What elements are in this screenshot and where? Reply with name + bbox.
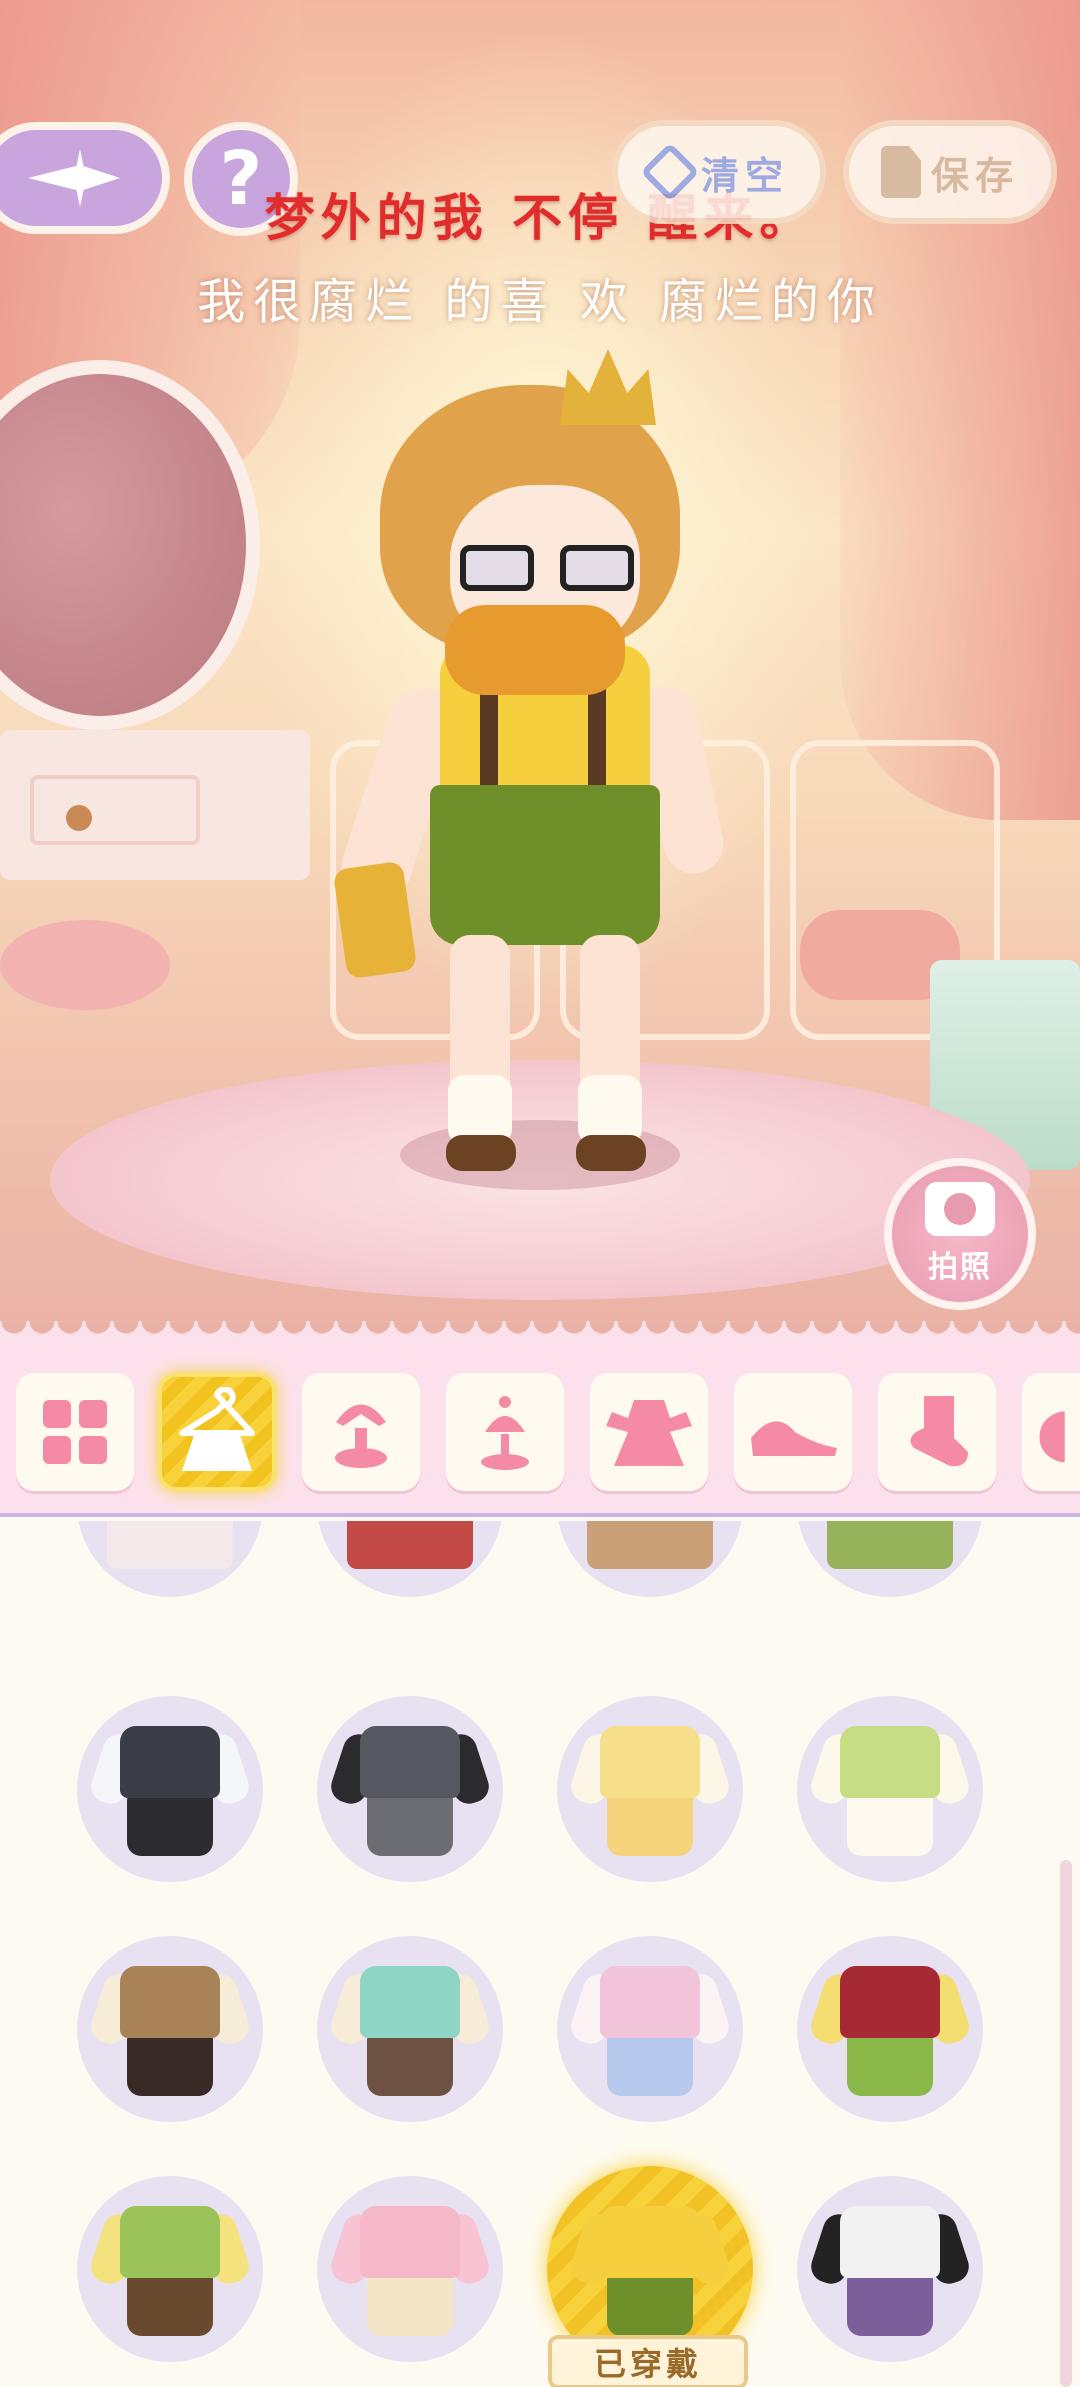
hair-icon: [335, 1404, 387, 1468]
clothing-items-grid: [0, 1521, 1080, 2387]
outfit-item-black-lolita-dress[interactable]: [77, 1521, 263, 1597]
tab-hair[interactable]: [302, 1373, 420, 1491]
tab-dress[interactable]: [590, 1373, 708, 1491]
sock-icon: [910, 1396, 968, 1467]
hat-icon: [481, 1396, 529, 1470]
outfit-item-green-check-blouse[interactable]: [797, 1696, 983, 1882]
outfit-icon: [567, 1954, 733, 2104]
shoe-icon: [751, 1421, 837, 1456]
outfit-item-grey-vest-suit[interactable]: [317, 1696, 503, 1882]
photo-button[interactable]: 拍照: [884, 1158, 1036, 1310]
outfit-item-white-hoodie-checker-shorts[interactable]: [797, 2176, 983, 2362]
avatar-shoe: [576, 1135, 646, 1171]
outfit-icon: [567, 1714, 733, 1864]
document-icon: [880, 146, 921, 198]
avatar-shoe: [446, 1135, 516, 1171]
outfit-item-green-plaid-dress[interactable]: [797, 1521, 983, 1597]
outfit-icon: [87, 1521, 253, 1579]
scallop-edge: [0, 1321, 1080, 1349]
drawer-knob: [66, 805, 92, 831]
outfit-item-yellow-vest-suit[interactable]: [557, 1696, 743, 1882]
stool: [0, 920, 170, 1010]
avatar-shorts: [430, 785, 660, 945]
hanger-outfit-icon: [179, 1387, 255, 1471]
save-label: 保存: [930, 153, 1019, 198]
outfit-item-tan-vest-suit[interactable]: [77, 1936, 263, 2122]
grid-icon: [43, 1400, 107, 1464]
outfit-icon: [327, 1521, 493, 1579]
glasses: [460, 545, 640, 591]
outfit-item-argyle-vest-suit[interactable]: [77, 1696, 263, 1882]
outfit-icon: [807, 1714, 973, 1864]
category-tab-bar: ◖: [0, 1321, 1080, 1517]
outfit-item-brown-plaid-dress[interactable]: [557, 1521, 743, 1597]
outfit-item-red-vest-green-shorts[interactable]: [797, 1936, 983, 2122]
outfit-icon: [567, 1521, 733, 1579]
save-button[interactable]: 保存: [843, 120, 1057, 224]
outfit-icon: [87, 1954, 253, 2104]
held-glove: [332, 860, 418, 980]
worn-label: 已穿戴: [593, 2345, 702, 2383]
outfit-icon: [807, 2194, 973, 2344]
items-scrollbar[interactable]: [1060, 1860, 1072, 2387]
outfit-icon: [87, 2194, 253, 2344]
outfit-item-pink-vest-suit[interactable]: [557, 1936, 743, 2122]
tab-all[interactable]: [16, 1373, 134, 1491]
outfit-icon: [327, 1714, 493, 1864]
outfit-item-red-plaid-dress[interactable]: [317, 1521, 503, 1597]
outfit-icon: [87, 1714, 253, 1864]
tab-shoes[interactable]: [734, 1373, 852, 1491]
photo-label: 拍照: [928, 1250, 992, 1285]
character-preview-scene: ? 梦外的我 不停 醒来。 我很腐烂 的喜 欢 腐烂的你 清空 保存 拍照: [0, 0, 1080, 1335]
outfit-icon: [567, 2194, 733, 2344]
tab-headwear[interactable]: [446, 1373, 564, 1491]
partial-icon: ◖: [1036, 1393, 1071, 1470]
crown: [560, 349, 656, 425]
avatar-character[interactable]: [332, 345, 730, 1175]
clear-label: 清空: [700, 153, 789, 198]
outfit-icon: [327, 2194, 493, 2344]
scarf: [445, 605, 625, 695]
clear-button[interactable]: 清空: [612, 120, 826, 224]
tab-socks[interactable]: [878, 1373, 996, 1491]
eraser-icon: [640, 142, 700, 202]
lyric-line-2: 我很腐烂 的喜 欢 腐烂的你: [197, 274, 883, 330]
outfit-icon: [807, 1521, 973, 1579]
outfit-item-mint-vest-suit[interactable]: [317, 1936, 503, 2122]
outfit-icon: [327, 1954, 493, 2104]
dress-icon: [606, 1400, 692, 1466]
outfit-icon: [807, 1954, 973, 2104]
outfit-item-green-vest-brown-shorts[interactable]: [77, 2176, 263, 2362]
worn-badge: 已穿戴: [548, 2335, 748, 2387]
camera-icon: [925, 1182, 995, 1236]
tab-suits[interactable]: [158, 1373, 276, 1491]
outfit-item-pink-shirt-cream-shorts[interactable]: [317, 2176, 503, 2362]
vanity-drawer: [30, 775, 200, 845]
tab-more[interactable]: ◖: [1022, 1373, 1080, 1491]
